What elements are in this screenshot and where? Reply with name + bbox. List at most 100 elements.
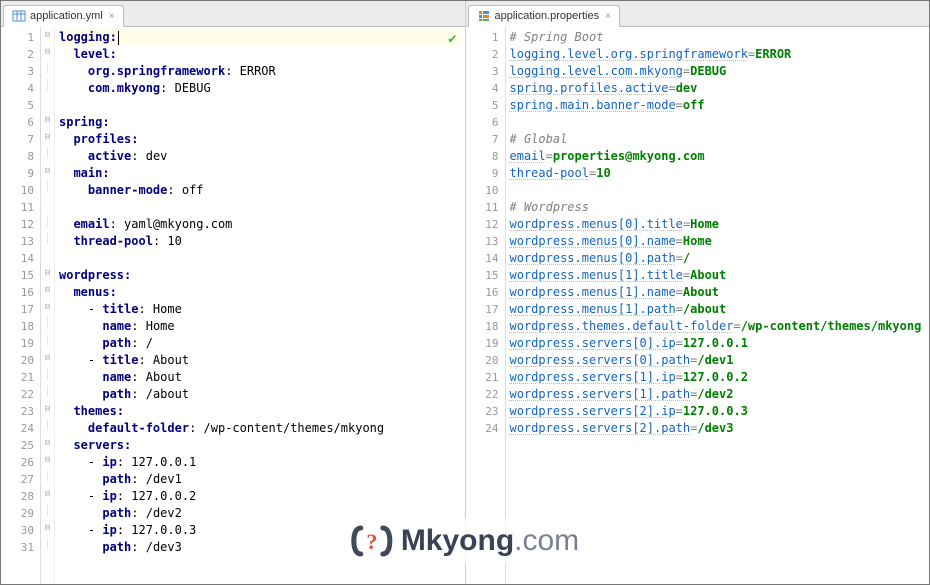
- fold-toggle-icon[interactable]: [41, 44, 54, 61]
- fold-toggle-icon[interactable]: [41, 452, 54, 469]
- code-line[interactable]: menus:: [59, 284, 461, 301]
- code-line[interactable]: path: /: [59, 335, 461, 352]
- code-line[interactable]: wordpress.servers[0].ip=127.0.0.1: [510, 335, 926, 352]
- code-line[interactable]: com.mkyong: DEBUG: [59, 80, 461, 97]
- code-line[interactable]: wordpress.themes.default-folder=/wp-cont…: [510, 318, 926, 335]
- code-line[interactable]: wordpress.servers[1].ip=127.0.0.2: [510, 369, 926, 386]
- logo-icon: ?: [351, 520, 393, 562]
- fold-guide: [41, 418, 54, 435]
- fold-toggle-icon[interactable]: [41, 435, 54, 452]
- fold-toggle-icon[interactable]: [41, 401, 54, 418]
- code-line[interactable]: # Spring Boot: [510, 29, 926, 46]
- tab-label: application.yml: [30, 10, 103, 22]
- code-line[interactable]: level:: [59, 46, 461, 63]
- code-line[interactable]: servers:: [59, 437, 461, 454]
- line-number: 19: [3, 335, 34, 352]
- code-line[interactable]: [510, 114, 926, 131]
- code-line[interactable]: logging:: [59, 29, 461, 46]
- tab-application-properties[interactable]: application.properties ×: [468, 5, 620, 27]
- mkyong-logo: ? Mkyong.com: [345, 518, 585, 564]
- code-line[interactable]: [510, 182, 926, 199]
- line-number: 1: [3, 29, 34, 46]
- code-line[interactable]: wordpress:: [59, 267, 461, 284]
- code-line[interactable]: themes:: [59, 403, 461, 420]
- code-line[interactable]: - ip: 127.0.0.1: [59, 454, 461, 471]
- code-line[interactable]: spring.main.banner-mode=off: [510, 97, 926, 114]
- logo-text-strong: Mkyong: [401, 524, 514, 557]
- line-number: 6: [468, 114, 499, 131]
- code-line[interactable]: # Global: [510, 131, 926, 148]
- line-number: 9: [468, 165, 499, 182]
- fold-toggle-icon[interactable]: [41, 350, 54, 367]
- code-line[interactable]: name: Home: [59, 318, 461, 335]
- fold-toggle-icon[interactable]: [41, 163, 54, 180]
- code-line[interactable]: wordpress.menus[1].name=About: [510, 284, 926, 301]
- code-line[interactable]: default-folder: /wp-content/themes/mkyon…: [59, 420, 461, 437]
- line-number: 14: [468, 250, 499, 267]
- code-line[interactable]: wordpress.menus[1].title=About: [510, 267, 926, 284]
- fold-toggle-icon[interactable]: [41, 486, 54, 503]
- line-number: 20: [468, 352, 499, 369]
- line-number: 11: [3, 199, 34, 216]
- ide-window: application.yml × 1234567891011121314151…: [0, 0, 930, 585]
- line-number: 10: [468, 182, 499, 199]
- line-number: 17: [3, 301, 34, 318]
- line-number: 22: [3, 386, 34, 403]
- fold-toggle-icon[interactable]: [41, 299, 54, 316]
- fold-toggle-icon[interactable]: [41, 265, 54, 282]
- code-line[interactable]: org.springframework: ERROR: [59, 63, 461, 80]
- fold-toggle-icon[interactable]: [41, 129, 54, 146]
- code-line[interactable]: path: /dev1: [59, 471, 461, 488]
- right-editor[interactable]: 123456789101112131415161718192021222324 …: [466, 27, 930, 584]
- code-line[interactable]: - title: About: [59, 352, 461, 369]
- close-icon[interactable]: ×: [605, 11, 611, 22]
- code-line[interactable]: wordpress.servers[2].ip=127.0.0.3: [510, 403, 926, 420]
- fold-guide: [41, 537, 54, 554]
- code-line[interactable]: wordpress.servers[1].path=/dev2: [510, 386, 926, 403]
- fold-guide: [41, 95, 54, 112]
- close-icon[interactable]: ×: [109, 11, 115, 22]
- code-line[interactable]: [59, 199, 461, 216]
- code-line[interactable]: wordpress.menus[1].path=/about: [510, 301, 926, 318]
- left-gutter: 1234567891011121314151617181920212223242…: [1, 27, 41, 584]
- fold-guide: [41, 384, 54, 401]
- fold-toggle-icon[interactable]: [41, 282, 54, 299]
- text-cursor: [117, 30, 119, 44]
- code-line[interactable]: - title: Home: [59, 301, 461, 318]
- line-number: 28: [3, 488, 34, 505]
- code-line[interactable]: wordpress.menus[0].title=Home: [510, 216, 926, 233]
- tab-application-yml[interactable]: application.yml ×: [3, 5, 124, 27]
- code-line[interactable]: - ip: 127.0.0.2: [59, 488, 461, 505]
- fold-guide: [41, 180, 54, 197]
- fold-toggle-icon[interactable]: [41, 112, 54, 129]
- code-line[interactable]: wordpress.menus[0].path=/: [510, 250, 926, 267]
- code-line[interactable]: spring.profiles.active=dev: [510, 80, 926, 97]
- code-line[interactable]: [59, 97, 461, 114]
- code-line[interactable]: active: dev: [59, 148, 461, 165]
- code-line[interactable]: thread-pool: 10: [59, 233, 461, 250]
- code-line[interactable]: wordpress.servers[2].path=/dev3: [510, 420, 926, 437]
- fold-toggle-icon[interactable]: [41, 27, 54, 44]
- code-line[interactable]: banner-mode: off: [59, 182, 461, 199]
- code-line[interactable]: wordpress.menus[0].name=Home: [510, 233, 926, 250]
- code-line[interactable]: email=properties@mkyong.com: [510, 148, 926, 165]
- line-number: 13: [3, 233, 34, 250]
- code-line[interactable]: [59, 250, 461, 267]
- code-line[interactable]: profiles:: [59, 131, 461, 148]
- right-code[interactable]: # Spring Bootlogging.level.org.springfra…: [506, 27, 930, 584]
- code-line[interactable]: thread-pool=10: [510, 165, 926, 182]
- code-line[interactable]: main:: [59, 165, 461, 182]
- code-line[interactable]: wordpress.servers[0].path=/dev1: [510, 352, 926, 369]
- left-editor[interactable]: 1234567891011121314151617181920212223242…: [1, 27, 465, 584]
- code-line[interactable]: # Wordpress: [510, 199, 926, 216]
- code-line[interactable]: logging.level.org.springframework=ERROR: [510, 46, 926, 63]
- code-line[interactable]: logging.level.com.mkyong=DEBUG: [510, 63, 926, 80]
- left-code[interactable]: logging: level: org.springframework: ERR…: [55, 27, 465, 584]
- line-number: 22: [468, 386, 499, 403]
- code-line[interactable]: path: /about: [59, 386, 461, 403]
- code-line[interactable]: name: About: [59, 369, 461, 386]
- line-number: 18: [468, 318, 499, 335]
- code-line[interactable]: email: yaml@mkyong.com: [59, 216, 461, 233]
- code-line[interactable]: spring:: [59, 114, 461, 131]
- fold-toggle-icon[interactable]: [41, 520, 54, 537]
